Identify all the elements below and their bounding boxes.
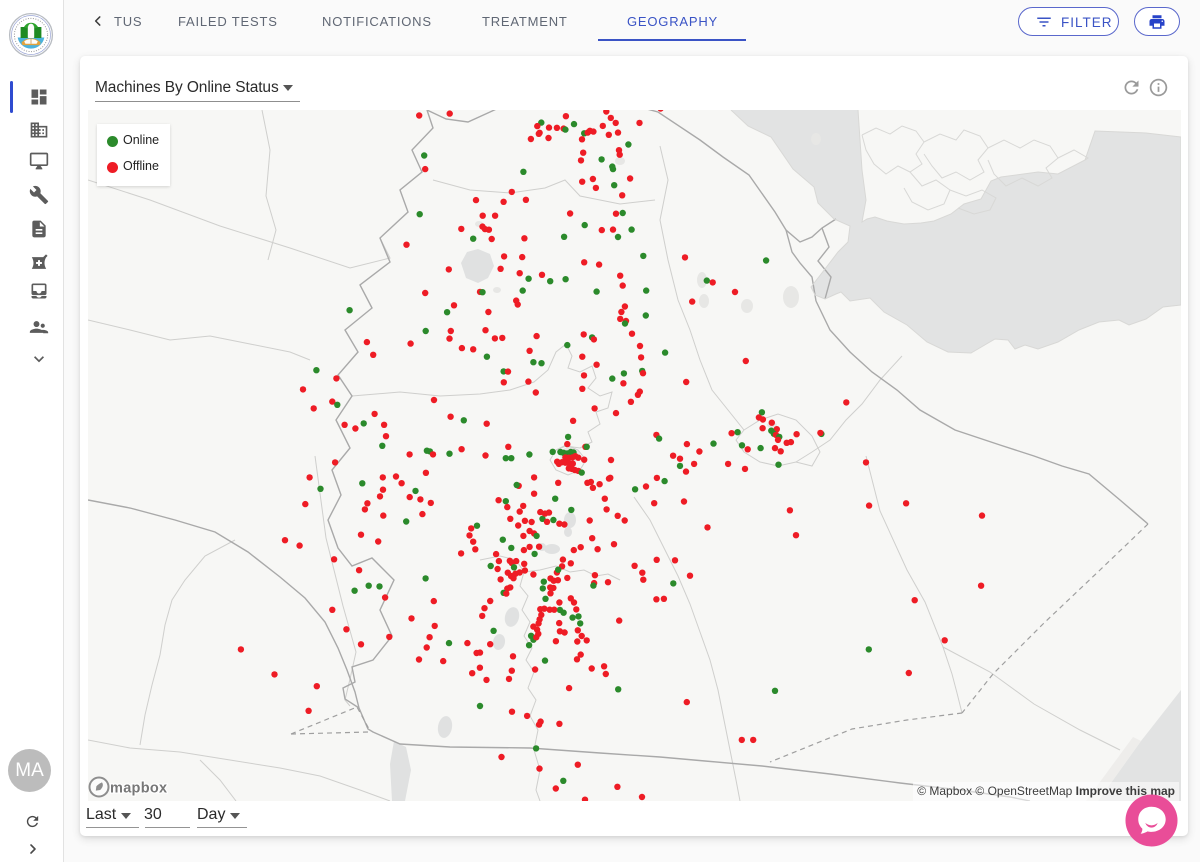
svg-text:mapbox: mapbox xyxy=(110,781,167,797)
